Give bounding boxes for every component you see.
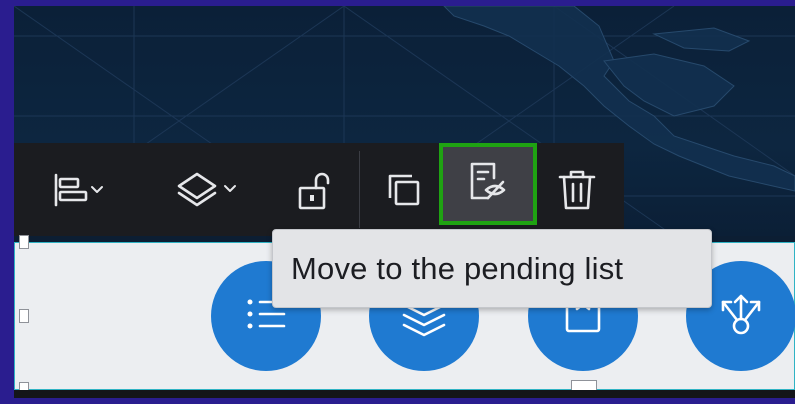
tooltip-text: Move to the pending list: [291, 250, 624, 286]
bottom-edge: [14, 390, 795, 398]
unlock-button[interactable]: [286, 143, 342, 236]
app-frame: Move to the pending list: [14, 6, 795, 398]
resize-handle-top-left[interactable]: [19, 235, 29, 249]
align-left-icon: [48, 170, 108, 210]
element-toolbar: [14, 143, 624, 236]
pending-list-icon: [464, 158, 512, 211]
unlock-icon: [294, 168, 334, 212]
trash-icon: [555, 167, 599, 213]
layers-button[interactable]: [156, 143, 256, 236]
move-to-pending-button[interactable]: [439, 143, 537, 225]
delete-button[interactable]: [546, 143, 608, 236]
align-button[interactable]: [32, 143, 124, 236]
tooltip: Move to the pending list: [272, 229, 712, 308]
resize-handle-middle-left[interactable]: [19, 309, 29, 323]
duplicate-button[interactable]: [374, 143, 434, 236]
layers-icon: [171, 168, 241, 212]
duplicate-icon: [382, 168, 426, 212]
toolbar-divider: [359, 151, 360, 228]
share-arrows-icon: [715, 288, 767, 345]
